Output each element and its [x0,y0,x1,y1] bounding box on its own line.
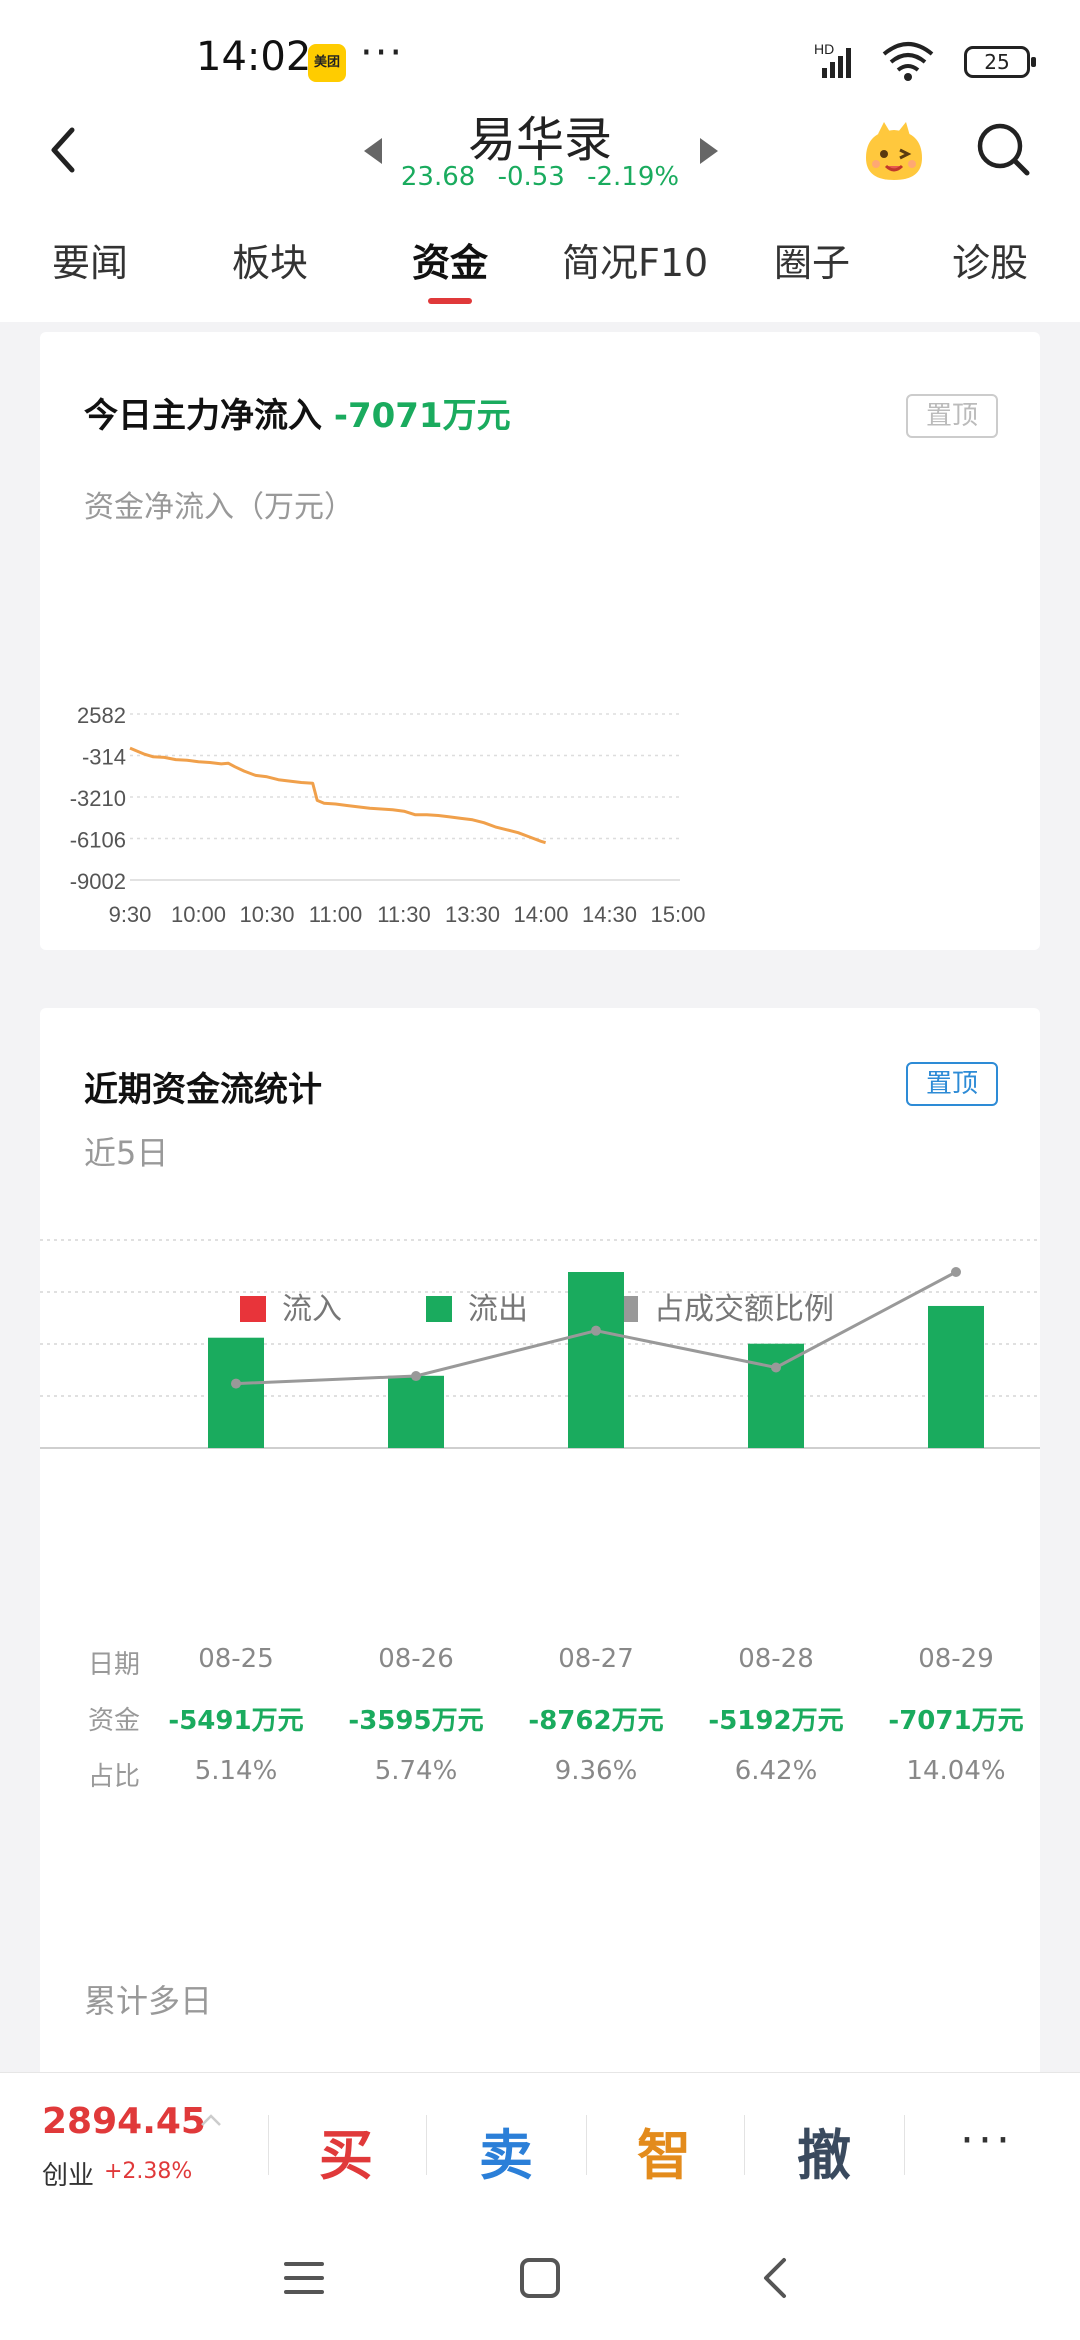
next-stock-icon[interactable] [698,136,722,166]
fund-cell: -3595万元 [348,1706,484,1736]
divider [904,2115,905,2175]
trade-bar: 2894.45 创业 +2.38% 买 卖 智 撤 ··· [0,2072,1080,2214]
buy-button[interactable]: 买 [286,2111,406,2190]
y-tick-label: -314 [82,745,126,770]
active-tab-indicator [428,298,472,304]
ratio-cell: 5.74% [374,1756,458,1786]
date-row-label: 日期 [88,1650,141,1680]
date-cell: 08-26 [378,1644,454,1674]
date-cell: 08-25 [198,1644,274,1674]
divider [426,2115,427,2175]
today-main-flow-card: 今日主力净流入 -7071万元 置顶 资金净流入（万元） 2582 -314 -32… [40,332,1040,950]
status-time: 14:02 [196,34,312,80]
stock-price: 23.68 [400,162,476,192]
tab-bar: 要闻 板块 资金 简况F10 圈子 诊股 [0,212,1080,322]
meituan-app-icon: 美团 [308,44,346,82]
ratio-cell: 9.36% [554,1756,638,1786]
date-cell: 08-27 [558,1644,634,1674]
x-tick-label: 11:00 [309,902,362,927]
sell-button[interactable]: 卖 [446,2111,566,2190]
status-indicators: HD 25 [780,40,1036,84]
outflow-bar [748,1343,804,1448]
ratio-row-label: 占比 [88,1762,141,1792]
stock-header: 易华录 23.68 -0.53 -2.19% [0,100,1080,212]
divider [744,2115,745,2175]
tab-sector[interactable]: 板块 [232,232,308,287]
net-inflow-line [129,746,547,845]
fund-cell: -8762万元 [528,1706,664,1736]
stock-change-percent: -2.19% [587,162,680,192]
tab-profile-f10[interactable]: 简况F10 [562,232,708,287]
index-value[interactable]: 2894.45 [42,2101,206,2142]
menu-icon[interactable] [280,2254,328,2302]
divider [268,2115,269,2175]
outflow-bar [928,1305,984,1448]
tab-community[interactable]: 圈子 [774,232,850,287]
fund-cell: -5192万元 [708,1706,844,1736]
ratio-row: 占比 5.14% 5.74% 9.36% 6.42% 14.04% [40,1756,1040,1796]
y-tick-label: -6106 [70,828,126,853]
cumulative-label: 累计多日 [84,1982,213,2020]
x-tick-label: 11:30 [377,902,430,927]
search-icon[interactable] [974,120,1032,178]
date-cell: 08-28 [738,1644,814,1674]
tab-news[interactable]: 要闻 [52,232,128,287]
ratio-point [231,1378,241,1389]
more-notifications-icon: ··· [360,30,405,76]
tab-funds[interactable]: 资金 [412,232,488,287]
ratio-cell: 5.14% [194,1756,278,1786]
cancel-order-button[interactable]: 撤 [764,2111,884,2190]
fund-row-label: 资金 [88,1706,141,1736]
network-type: HD [814,41,834,57]
smart-trade-button[interactable]: 智 [604,2111,724,2190]
ratio-cell: 6.42% [734,1756,818,1786]
ratio-point [951,1267,961,1277]
x-tick-label: 14:00 [513,902,568,927]
back-icon[interactable] [752,2254,800,2302]
tab-diagnosis[interactable]: 诊股 [952,232,1028,287]
chevron-up-icon[interactable] [200,2113,222,2127]
index-name: 创业 [42,2161,95,2191]
y-tick-label: 2582 [77,703,126,728]
x-tick-label: 10:30 [239,902,294,927]
stock-change: -0.53 [497,162,565,192]
fund-cell: -5491万元 [168,1706,304,1736]
fund-cell: -7071万元 [888,1706,1024,1736]
x-tick-label: 9:30 [109,902,152,927]
outflow-bar [388,1375,444,1448]
y-tick-label: -9002 [70,869,126,894]
ratio-point [411,1371,421,1382]
home-icon[interactable] [516,2254,564,2302]
date-row: 日期 08-25 08-26 08-27 08-28 08-29 [40,1644,1040,1684]
wifi-icon [882,42,934,81]
y-tick-label: -3210 [70,786,126,811]
x-tick-label: 13:30 [445,902,500,927]
outflow-bar [568,1272,624,1448]
x-tick-label: 15:00 [650,902,705,927]
fund-row: 资金 -5491万元 -3595万元 -8762万元 -5192万元 -7071… [40,1700,1040,1740]
outflow-bar [208,1337,264,1448]
ratio-point [771,1362,781,1373]
daily-flow-chart [40,1239,1040,1449]
ratio-point [591,1325,601,1336]
battery-icon: 25 [964,46,1036,78]
x-tick-label: 14:30 [582,902,637,927]
mascot-icon[interactable] [860,118,928,186]
divider [586,2115,587,2175]
system-nav-bar [0,2214,1080,2340]
recent-flow-card: 近期资金流统计 置顶 近5日 流入 流出 占成交额比例 日期 08-25 08-… [40,1008,1040,2088]
date-cell: 08-29 [918,1644,994,1674]
signal-icon: HD [814,41,851,78]
index-change: +2.38% [104,2159,193,2184]
x-tick-label: 10:00 [171,902,226,927]
ratio-cell: 14.04% [906,1756,1006,1786]
intraday-flow-chart: 2582 -314 -3210 -6106 -9002 9:30 10:00 10:30 11:… [70,703,706,927]
more-options-icon[interactable]: ··· [960,2115,1014,2166]
